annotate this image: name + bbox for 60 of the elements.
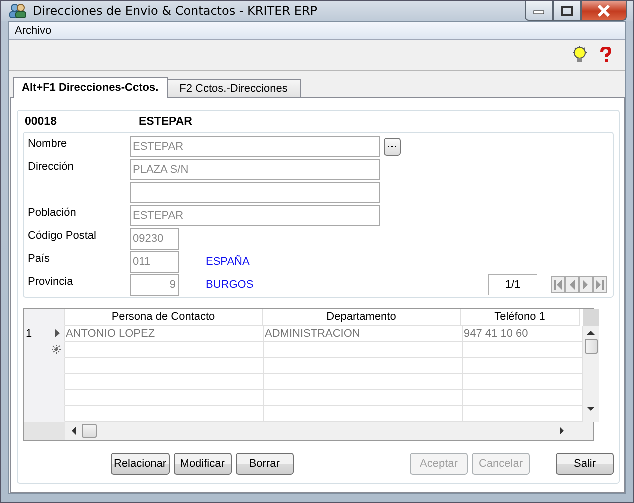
tab[interactable]: F2 Cctos.-Direcciones	[166, 79, 301, 98]
field-label: Población	[28, 207, 76, 219]
scroll-left-icon[interactable]	[71, 427, 76, 435]
record-name: ESTEPAR	[138, 116, 194, 128]
table-cell: ANTONIO LOPEZ	[65, 326, 264, 342]
minimize-button[interactable]	[525, 1, 553, 21]
text-field[interactable]: 9	[130, 274, 179, 296]
horizontal-scrollbar[interactable]	[24, 422, 593, 440]
maximize-button[interactable]	[553, 1, 581, 21]
text-field[interactable]: PLAZA S/N	[130, 159, 380, 180]
description-text: BURGOS	[206, 278, 254, 290]
scroll-thumb[interactable]	[82, 424, 97, 438]
row-number: 1	[26, 328, 32, 340]
tab[interactable]: Alt+F1 Direcciones-Cctos.	[13, 77, 168, 98]
grid-corner	[583, 309, 599, 326]
field-label: País	[28, 253, 50, 265]
text-field[interactable]	[130, 182, 380, 203]
browse-button[interactable]	[384, 138, 401, 156]
minimize-icon	[533, 8, 545, 14]
column-header[interactable]: Persona de Contacto	[65, 309, 263, 326]
column-header[interactable]: Departamento	[263, 309, 461, 326]
action-button[interactable]: Relacionar	[111, 453, 170, 475]
close-button[interactable]	[581, 1, 627, 21]
record-counter: 1/1	[488, 274, 538, 296]
window-title: Direcciones de Envio & Contactos - KRITER ERP	[33, 4, 319, 18]
exit-button[interactable]: Salir	[556, 453, 614, 475]
next-icon	[583, 280, 589, 290]
field-label: Nombre	[28, 138, 68, 150]
last-icon	[596, 280, 604, 290]
description-text: ESPAÑA	[206, 256, 250, 268]
text-field[interactable]: 09230	[130, 228, 179, 250]
text-field[interactable]: ESTEPAR	[130, 205, 380, 226]
column-header[interactable]: Teléfono 1	[461, 309, 580, 326]
grid-corner	[24, 422, 65, 440]
lightbulb-icon[interactable]	[573, 46, 587, 64]
record-code: 00018	[24, 116, 58, 128]
field-label: Dirección	[28, 161, 74, 173]
first-icon	[554, 280, 562, 290]
field-label: Provincia	[28, 276, 74, 288]
text-field[interactable]: ESTEPAR	[130, 136, 380, 157]
field-label: Código Postal	[28, 230, 96, 242]
row-header	[24, 406, 65, 422]
close-icon	[597, 4, 611, 16]
text-field[interactable]: 011	[130, 250, 179, 272]
maximize-icon	[561, 6, 573, 16]
scroll-right-icon[interactable]	[560, 427, 565, 435]
question-mark-icon[interactable]	[599, 47, 613, 63]
row-header[interactable]: 1	[24, 326, 65, 342]
people-icon	[9, 3, 27, 19]
action-button[interactable]: Modificar	[174, 453, 232, 475]
table-cell: ADMINISTRACION	[264, 326, 463, 342]
scroll-up-icon[interactable]	[587, 330, 595, 335]
vertical-scrollbar[interactable]	[583, 309, 599, 422]
previous-icon	[569, 280, 575, 290]
menu-item[interactable]: Archivo	[15, 24, 52, 36]
scroll-down-icon[interactable]	[587, 407, 595, 412]
new-row-icon	[52, 345, 61, 354]
row-header	[24, 309, 65, 326]
scroll-thumb[interactable]	[584, 339, 598, 354]
action-button[interactable]: Borrar	[236, 453, 294, 475]
